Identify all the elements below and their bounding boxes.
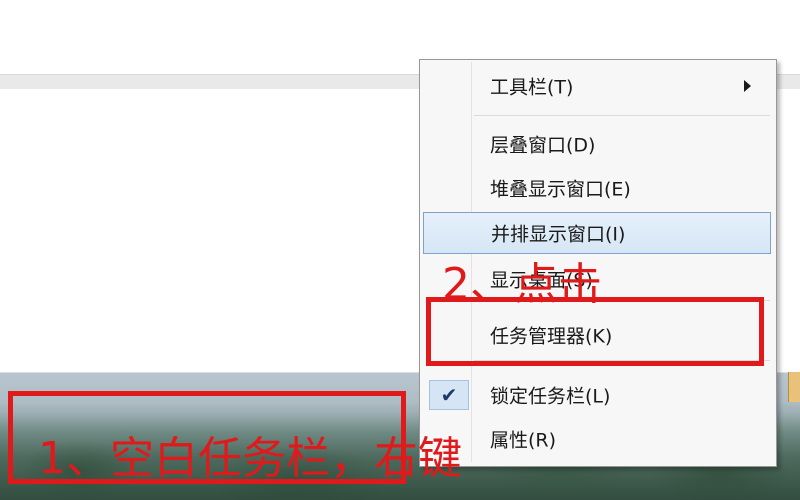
submenu-arrow-icon (744, 80, 751, 92)
checkmark-icon: ✔ (440, 383, 458, 407)
menu-item-toolbars[interactable]: 工具栏(T) (423, 68, 771, 104)
system-tray-edge[interactable] (788, 372, 800, 402)
checkmark-box: ✔ (429, 380, 469, 410)
menu-item-properties[interactable]: 属性(R) (423, 421, 771, 457)
menu-item-lock-taskbar[interactable]: ✔ 锁定任务栏(L) (423, 376, 771, 414)
menu-item-label: 堆叠显示窗口(E) (490, 178, 631, 201)
annotation-step2-text: 2、点击 (442, 259, 602, 310)
menu-item-stack-windows[interactable]: 堆叠显示窗口(E) (423, 170, 771, 206)
menu-separator (474, 115, 770, 116)
menu-item-label: 工具栏(T) (490, 76, 574, 99)
menu-item-label: 属性(R) (490, 429, 557, 452)
menu-item-label: 锁定任务栏(L) (490, 385, 611, 408)
menu-item-cascade-windows[interactable]: 层叠窗口(D) (423, 126, 771, 162)
menu-item-label: 并排显示窗口(I) (491, 223, 626, 246)
menu-item-label: 层叠窗口(D) (490, 134, 596, 157)
annotation-step1-text: 1、空白任务栏，右键 (38, 433, 462, 484)
